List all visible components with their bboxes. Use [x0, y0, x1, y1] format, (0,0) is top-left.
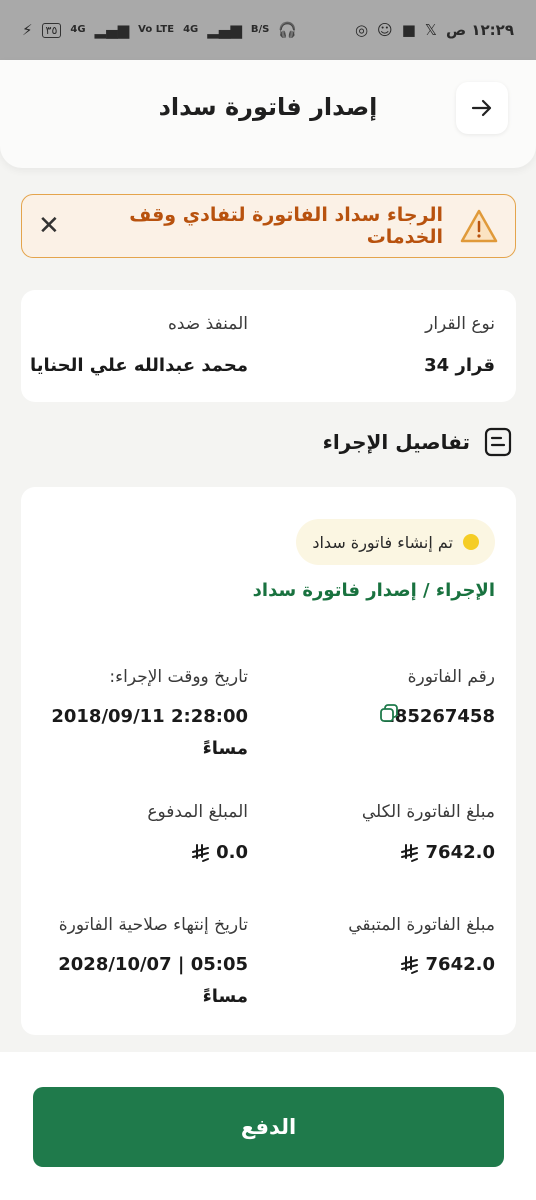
- decision-card: نوع القرار قرار 34 المنفذ ضده محمد عبدال…: [21, 290, 516, 402]
- signal-icon-2: ▂▄▆: [207, 21, 242, 39]
- total-amount-value: 7642.0: [425, 842, 495, 863]
- status-dot-icon: [463, 534, 479, 550]
- decision-type-value: قرار 34: [424, 355, 495, 376]
- battery-level: ٣٥: [41, 22, 62, 38]
- status-text: تم إنشاء فاتورة سداد: [312, 532, 453, 552]
- decision-type-label: نوع القرار: [425, 314, 495, 334]
- section-header: تفاصيل الإجراء: [323, 427, 512, 457]
- x-icon: 𝕏: [424, 21, 437, 39]
- notification-icon: ◎: [354, 21, 369, 39]
- status-bar: ⚡ ٣٥ 4G ▂▄▆ Vo LTE 4G ▂▄▆ B/S 🎧 ◎ ☺ ■ 𝕏 …: [0, 0, 536, 60]
- expiry-date-value: 05:05 | 2028/10/07: [58, 954, 248, 975]
- arrow-right-icon: [471, 99, 492, 117]
- expiry-date-label: تاريخ إنتهاء صلاحية الفاتورة: [58, 915, 248, 935]
- network-volte: Vo LTE: [138, 24, 175, 35]
- app-icon: ■: [401, 21, 416, 39]
- warning-triangle-icon: [460, 209, 498, 243]
- procedure-datetime-value: 2:28:00 2018/09/11: [51, 706, 248, 727]
- remaining-amount-label: مبلغ الفاتورة المتبقي: [348, 915, 495, 935]
- network-speed: B/S: [250, 24, 270, 35]
- total-amount: 7642.0: [389, 837, 495, 869]
- app-header: إصدار فاتورة سداد: [0, 60, 536, 168]
- expiry-date-period: مساءً: [202, 986, 248, 1007]
- signal-icon: ▂▄▆: [94, 21, 130, 39]
- remaining-amount-value: 7642.0: [425, 954, 495, 975]
- charging-icon: ⚡: [22, 21, 33, 39]
- document-icon: [484, 427, 512, 457]
- network-4g-2: 4G: [183, 24, 199, 35]
- status-bar-left: ⚡ ٣٥ 4G ▂▄▆ Vo LTE 4G ▂▄▆ B/S 🎧: [22, 21, 297, 39]
- close-icon[interactable]: ✕: [38, 213, 60, 239]
- breadcrumb: الإجراء / إصدار فاتورة سداد: [252, 580, 495, 601]
- executed-against-value: محمد عبدالله علي الحنايا: [30, 355, 248, 376]
- procedure-card: تم إنشاء فاتورة سداد الإجراء / إصدار فات…: [21, 487, 516, 1035]
- alert-message: الرجاء سداد الفاتورة لتفادي وقف الخدمات: [129, 204, 443, 248]
- network-4g-1: 4G: [70, 24, 86, 35]
- procedure-datetime-label: تاريخ ووقت الإجراء:: [109, 667, 248, 687]
- paid-amount-value: 0.0: [216, 842, 248, 863]
- copy-icon[interactable]: [379, 703, 399, 723]
- clock: ١٢:٢٩ ص: [445, 21, 514, 39]
- saudi-riyal-icon: [401, 844, 419, 862]
- invoice-number-label: رقم الفاتورة: [407, 667, 495, 687]
- warning-alert: الرجاء سداد الفاتورة لتفادي وقف الخدمات …: [21, 194, 516, 258]
- remaining-amount: 7642.0: [389, 949, 495, 981]
- procedure-datetime-period: مساءً: [202, 738, 248, 759]
- bottom-action-bar: الدفع: [0, 1052, 536, 1200]
- total-amount-label: مبلغ الفاتورة الكلي: [361, 802, 495, 822]
- snapchat-icon: ☺: [377, 21, 393, 39]
- headphones-icon: 🎧: [278, 21, 298, 39]
- status-bar-right: ◎ ☺ ■ 𝕏 ١٢:٢٩ ص: [355, 21, 514, 39]
- back-button[interactable]: [456, 82, 508, 134]
- status-badge: تم إنشاء فاتورة سداد: [296, 519, 495, 565]
- pay-button[interactable]: الدفع: [33, 1087, 504, 1167]
- paid-amount-label: المبلغ المدفوع: [147, 802, 248, 822]
- paid-amount: 0.0: [180, 837, 248, 869]
- executed-against-label: المنفذ ضده: [167, 314, 248, 334]
- saudi-riyal-icon: [191, 844, 209, 862]
- invoice-number-value: 185267458: [382, 706, 495, 727]
- section-title: تفاصيل الإجراء: [322, 430, 470, 454]
- saudi-riyal-icon: [401, 956, 419, 974]
